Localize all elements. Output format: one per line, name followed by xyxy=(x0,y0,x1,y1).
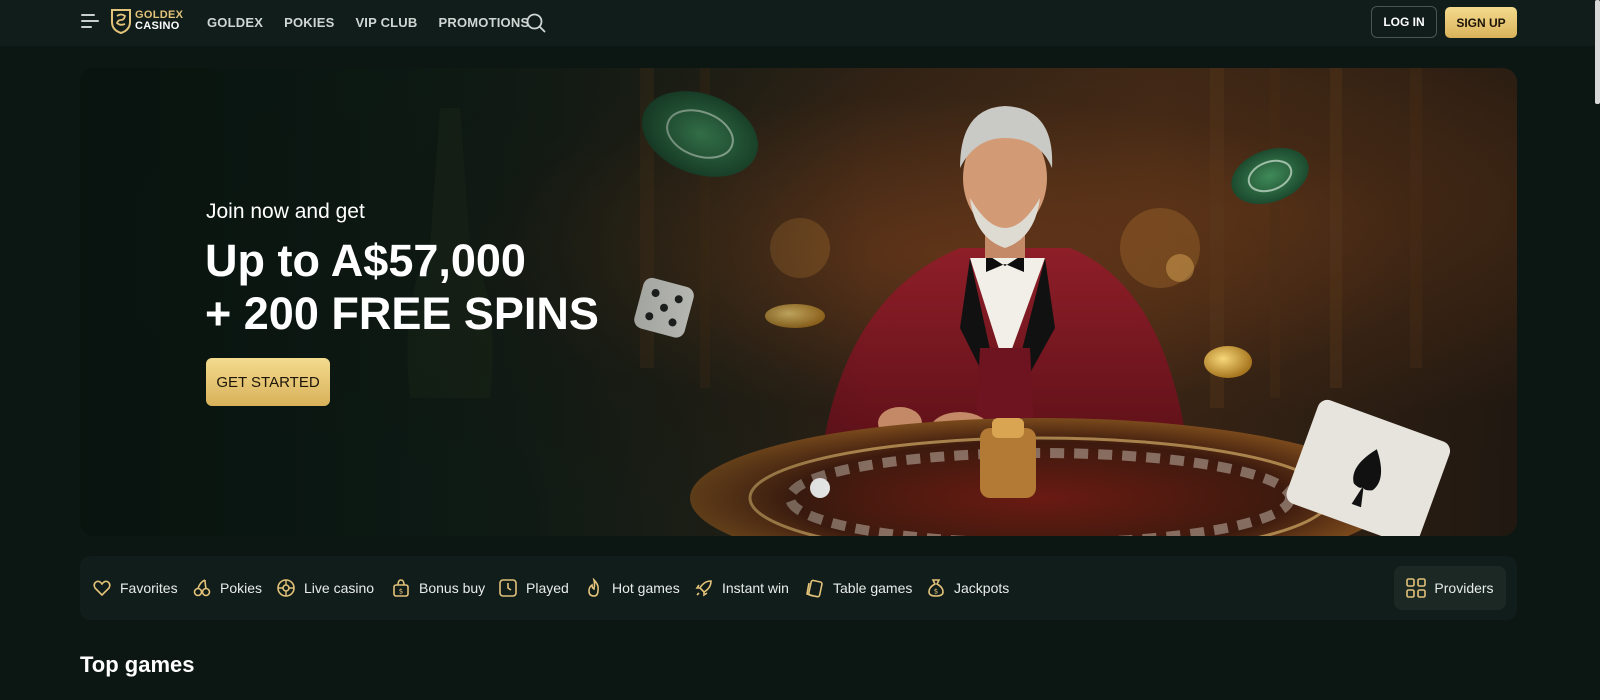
page-scrollbar[interactable] xyxy=(1595,0,1600,700)
hero-title: Up to A$57,000 + 200 FREE SPINS xyxy=(205,234,599,340)
flame-icon xyxy=(588,578,599,597)
gift-bag-icon: $ xyxy=(393,579,409,597)
money-bag-icon: $ xyxy=(928,579,944,597)
clock-icon xyxy=(499,579,517,597)
category-favorites[interactable]: Favorites xyxy=(92,556,178,620)
nav-promotions[interactable]: PROMOTIONS xyxy=(438,15,529,30)
providers-button[interactable]: Providers xyxy=(1394,566,1506,610)
category-label: Instant win xyxy=(722,580,789,596)
scrollbar-thumb[interactable] xyxy=(1595,0,1600,104)
heart-icon xyxy=(93,580,111,597)
svg-text:$: $ xyxy=(934,588,938,596)
hero-title-line1: Up to A$57,000 xyxy=(205,235,526,286)
lion-logo-icon xyxy=(111,9,131,34)
category-live-casino[interactable]: Live casino xyxy=(276,556,374,620)
category-label: Live casino xyxy=(304,580,375,596)
category-pokies[interactable]: Pokies xyxy=(192,556,262,620)
section-title-top-games: Top games xyxy=(80,652,195,677)
providers-label: Providers xyxy=(1434,580,1494,596)
category-label: Jackpots xyxy=(954,580,1010,596)
nav-goldex[interactable]: GOLDEX xyxy=(207,15,263,30)
category-bonus-buy[interactable]: $ Bonus buy xyxy=(391,556,485,620)
category-label: Bonus buy xyxy=(419,580,486,596)
category-instant-win[interactable]: Instant win xyxy=(694,556,789,620)
category-hot-games[interactable]: Hot games xyxy=(584,556,680,620)
category-played[interactable]: Played xyxy=(498,556,569,620)
category-table-games[interactable]: Table games xyxy=(805,556,912,620)
logo[interactable]: GOLDEX CASINO xyxy=(110,8,183,34)
nav-pokies[interactable]: POKIES xyxy=(284,15,334,30)
signup-button[interactable]: SIGN UP xyxy=(1445,7,1517,38)
top-header: GOLDEX CASINO GOLDEX POKIES VIP CLUB PRO… xyxy=(0,0,1600,46)
hamburger-menu-icon[interactable] xyxy=(81,14,101,30)
roulette-icon xyxy=(277,579,295,597)
category-label: Played xyxy=(526,580,569,596)
category-label: Favorites xyxy=(120,580,178,596)
category-jackpots[interactable]: $ Jackpots xyxy=(926,556,1009,620)
svg-text:$: $ xyxy=(399,588,403,596)
get-started-button[interactable]: GET STARTED xyxy=(206,358,330,406)
main-nav: GOLDEX POKIES VIP CLUB PROMOTIONS xyxy=(207,15,550,30)
hero-title-line2: + 200 FREE SPINS xyxy=(205,288,599,339)
rocket-icon xyxy=(695,580,712,597)
cards-icon xyxy=(806,579,823,598)
grid-icon xyxy=(1406,578,1427,598)
hero-banner[interactable]: Join now and get Up to A$57,000 + 200 FR… xyxy=(80,68,1517,536)
logo-text-bottom: CASINO xyxy=(135,20,180,32)
cherries-icon xyxy=(193,579,211,597)
login-button[interactable]: LOG IN xyxy=(1371,6,1437,38)
category-label: Hot games xyxy=(612,580,680,596)
category-label: Pokies xyxy=(220,580,263,596)
category-label: Table games xyxy=(833,580,913,596)
hero-subtitle: Join now and get xyxy=(206,200,365,223)
category-bar: Favorites Pokies Live casino $ Bonus buy… xyxy=(80,556,1517,620)
nav-vip-club[interactable]: VIP CLUB xyxy=(355,15,417,30)
search-icon[interactable] xyxy=(526,13,546,33)
